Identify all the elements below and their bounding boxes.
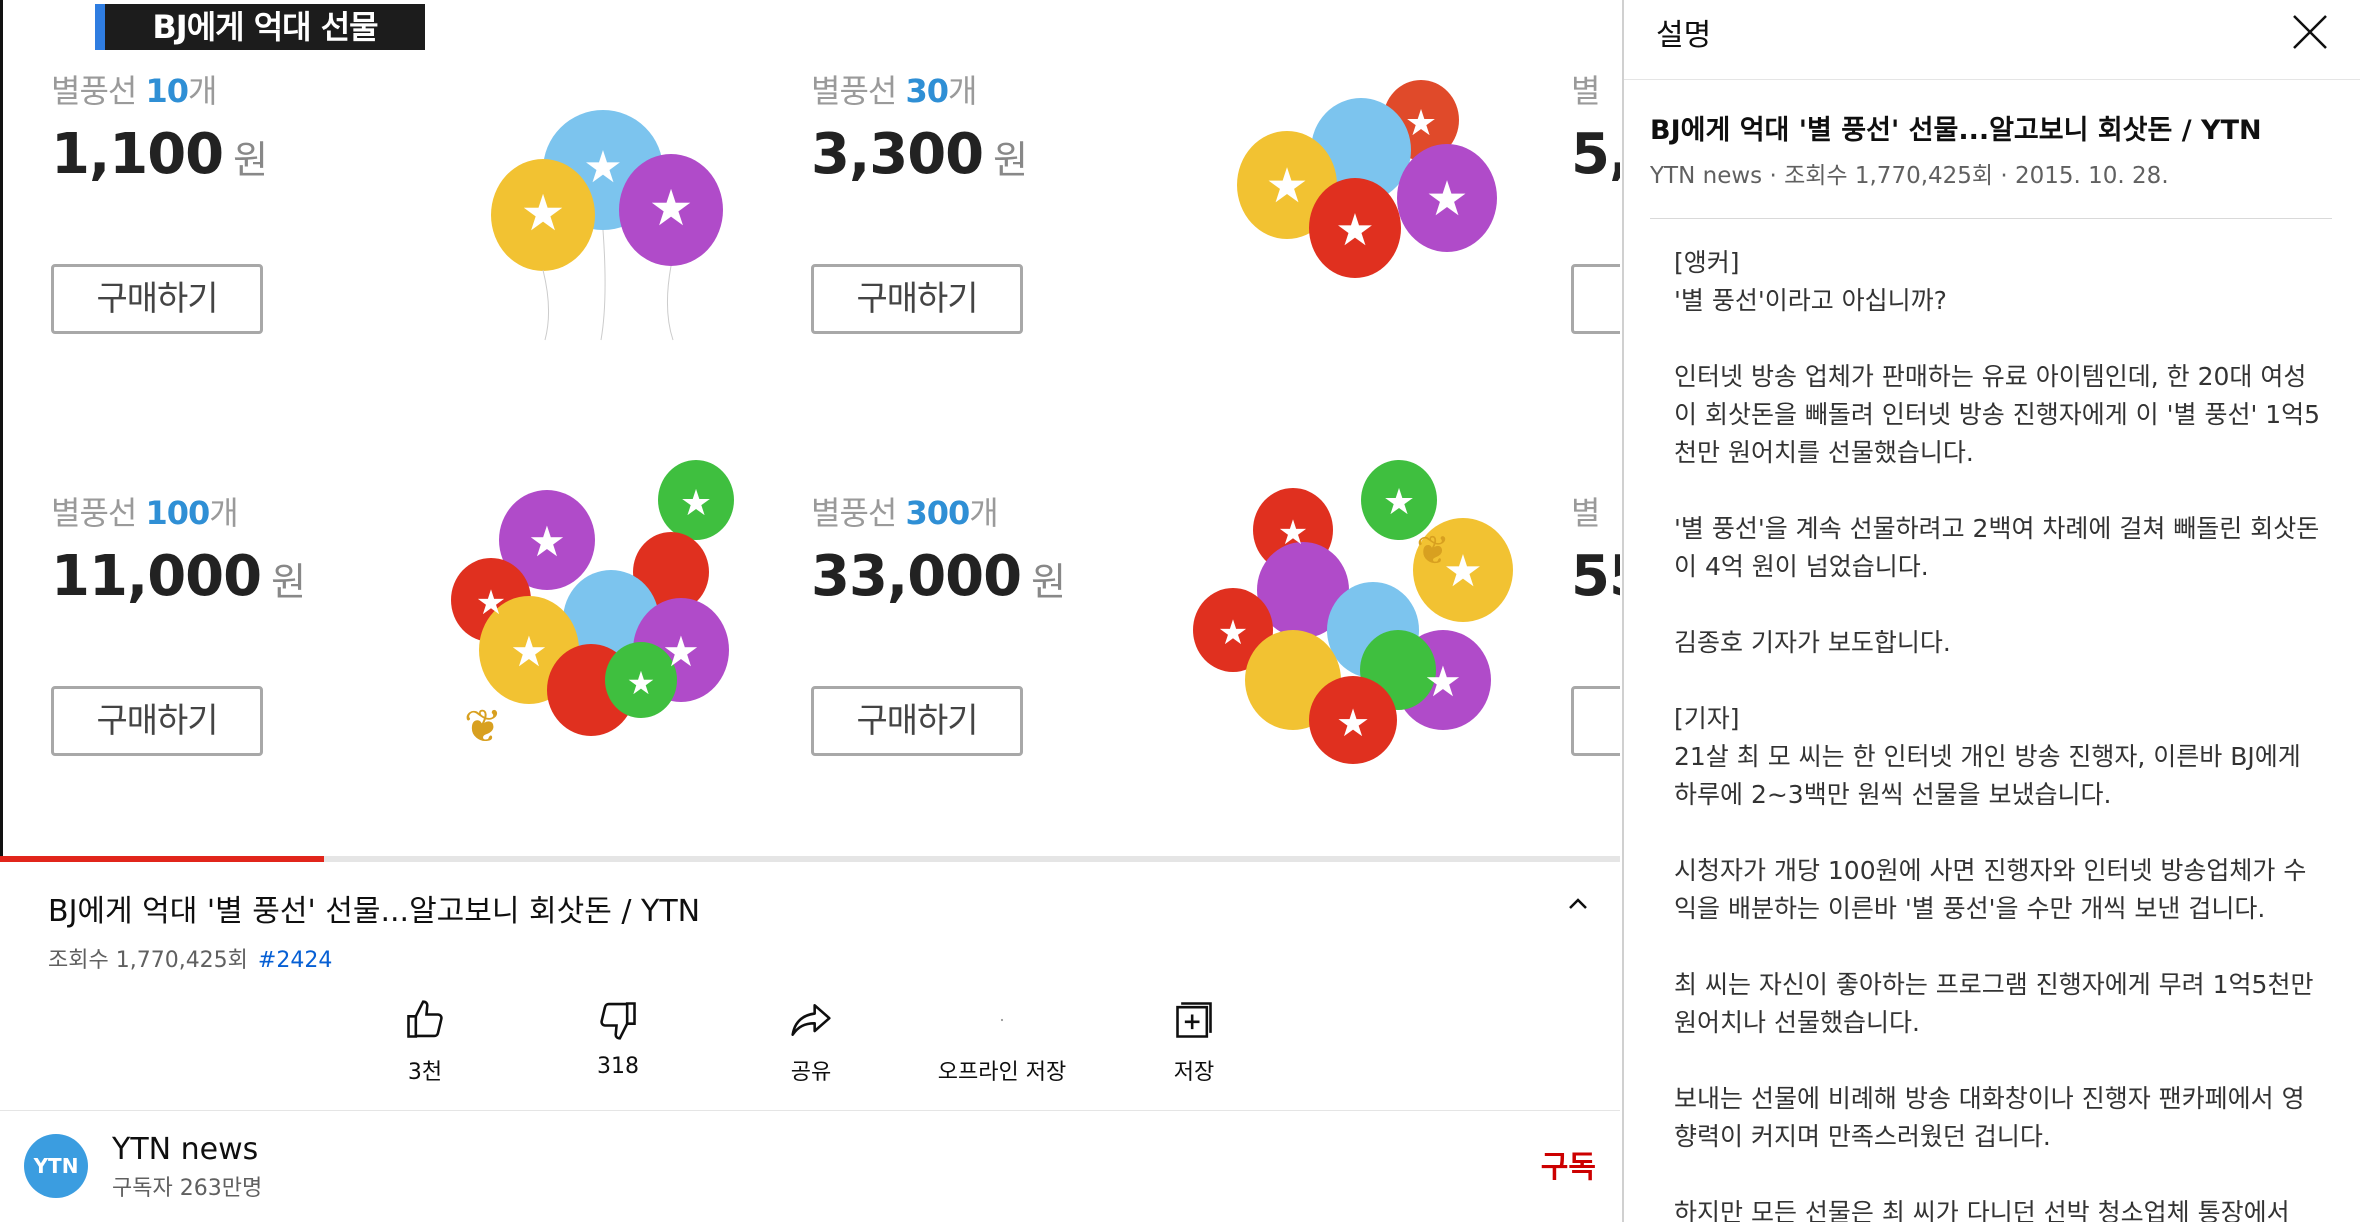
channel-row: YTN YTN news 구독자 263만명 구독: [0, 1112, 1620, 1222]
tier-price: 33,000 원: [811, 544, 1066, 609]
collapse-button[interactable]: [1560, 886, 1596, 922]
tier-partial-bottom: 별 55: [1571, 494, 1620, 609]
svg-text:★: ★: [1335, 205, 1374, 256]
action-bar: 3천 318 공유 오프라인 저장 저장: [0, 998, 1620, 1088]
description-paragraph: 보내는 선물에 비례해 방송 대화창이나 진행자 팬카페에서 영향력이 커지며 …: [1674, 1084, 2305, 1151]
tier-label: 별풍선 100개: [51, 494, 239, 532]
app-root: BJ에게 억대 선물 별풍선 10개 1,100 원 구매하기 별풍선 30개 3…: [0, 0, 2360, 1222]
video-stats: 조회수 1,770,425회 #2424: [48, 942, 332, 974]
svg-text:★: ★: [1218, 613, 1248, 653]
channel-avatar[interactable]: YTN: [24, 1134, 88, 1198]
description-paragraph: 인터넷 방송 업체가 판매하는 유료 아이템인데, 한 20대 여성이 회삿돈을…: [1674, 362, 2321, 467]
buy-button-partial-top: [1571, 264, 1620, 334]
thumbs-down-icon: [600, 1002, 636, 1040]
svg-text:★: ★: [1265, 158, 1308, 214]
save-playlist-icon: [1176, 1002, 1212, 1038]
tier-label: 별풍선 10개: [51, 72, 218, 110]
buy-button-10: 구매하기: [51, 264, 263, 334]
panel-title: 설명: [1656, 18, 1712, 53]
tier-label: 별풍선 30개: [811, 72, 978, 110]
tier-100: 별풍선 100개 11,000 원: [51, 488, 306, 609]
progress-fill: [0, 856, 324, 862]
description-body: [앵커] '별 풍선'이라고 아십니까? 인터넷 방송 업체가 판매하는 유료 …: [1674, 244, 2324, 1222]
view-count: 조회수 1,770,425회: [48, 948, 248, 973]
svg-text:★: ★: [583, 142, 622, 193]
tier-price: 3,300 원: [811, 122, 1028, 187]
svg-text:❦: ❦: [464, 699, 503, 753]
description-paragraph: '별 풍선'을 계속 선물하려고 2백여 차례에 걸쳐 빼돌린 회삿돈이 4억 …: [1674, 514, 2320, 581]
buy-button-300: 구매하기: [811, 686, 1023, 756]
svg-text:★: ★: [528, 517, 566, 566]
buy-button-30: 구매하기: [811, 264, 1023, 334]
tier-30: 별풍선 30개 3,300 원: [811, 66, 1028, 187]
description-paragraph: 김종호 기자가 보도합니다.: [1674, 628, 1951, 657]
svg-text:★: ★: [627, 664, 656, 702]
share-button[interactable]: 공유: [731, 998, 891, 1086]
svg-text:★: ★: [662, 627, 700, 676]
close-button[interactable]: [2288, 10, 2332, 54]
panel-header: 설명: [1624, 0, 2360, 80]
balloon-image-30: ★ ★ ★ ★: [1231, 80, 1511, 344]
description-paragraph: [앵커] '별 풍선'이라고 아십니까?: [1674, 248, 1947, 315]
balloon-image-300: ★ ★ ★ ★ ★ ★ ❦: [1193, 460, 1533, 774]
save-button[interactable]: 저장: [1114, 998, 1274, 1086]
svg-text:★: ★: [1278, 513, 1308, 553]
progress-bar[interactable]: [0, 856, 1620, 862]
like-button[interactable]: 3천: [345, 998, 505, 1086]
tier-price: 11,000 원: [51, 544, 306, 609]
tier-10: 별풍선 10개 1,100 원: [51, 66, 268, 187]
video-player[interactable]: BJ에게 억대 선물 별풍선 10개 1,100 원 구매하기 별풍선 30개 3…: [0, 0, 1620, 860]
video-banner: BJ에게 억대 선물: [95, 4, 425, 50]
svg-text:★: ★: [1425, 171, 1468, 227]
balloon-image-100: ★ ★ ★ ★ ★ ★ ❦: [451, 460, 751, 774]
thumbs-up-icon: [407, 1000, 443, 1038]
svg-text:★: ★: [1424, 657, 1462, 706]
share-icon: [791, 1004, 831, 1036]
buy-button-partial-bottom: [1571, 686, 1620, 756]
divider: [0, 1110, 1620, 1111]
subscriber-count: 구독자 263만명: [112, 1176, 263, 1201]
description-paragraph: 최 씨는 자신이 좋아하는 프로그램 진행자에게 무려 1억5천만 원어치나 선…: [1674, 970, 2314, 1037]
video-title[interactable]: BJ에게 억대 '별 풍선' 선물...알고보니 회삿돈 / YTN: [48, 886, 1528, 930]
tier-price: 1,100 원: [51, 122, 268, 187]
divider: [1650, 218, 2332, 219]
balloon-image-10: ★ ★ ★: [483, 100, 743, 344]
description-paragraph: 하지만 모든 선물은 최 씨가 다니던 선박 청소업체 통장에서: [1674, 1198, 2290, 1222]
svg-text:★: ★: [680, 483, 712, 524]
description-meta: YTN news · 조회수 1,770,425회 · 2015. 10. 28…: [1650, 163, 2169, 189]
channel-name[interactable]: YTN news: [112, 1132, 258, 1167]
tier-label: 별풍선 300개: [811, 494, 999, 532]
description-title: BJ에게 억대 '별 풍선' 선물...알고보니 회삿돈 / YTN: [1650, 115, 2262, 146]
download-icon: [1000, 1018, 1004, 1022]
description-panel: 설명 BJ에게 억대 '별 풍선' 선물...알고보니 회삿돈 / YTN YT…: [1622, 0, 2360, 1222]
chevron-up-icon: [1569, 898, 1587, 909]
description-paragraph: 시청자가 개당 100원에 사면 진행자와 인터넷 방송업체가 수익을 배분하는…: [1674, 856, 2307, 923]
hashtag-link[interactable]: #2424: [258, 948, 332, 973]
subscribe-button[interactable]: 구독: [1541, 1142, 1596, 1186]
balloon-icon: ★ ★ ★ ★: [1237, 80, 1497, 278]
tier-300: 별풍선 300개 33,000 원: [811, 488, 1066, 609]
dislike-button[interactable]: 318: [538, 998, 698, 1079]
svg-text:★: ★: [1336, 701, 1370, 745]
close-icon: [2293, 15, 2327, 49]
svg-text:★: ★: [1383, 482, 1415, 523]
svg-text:★: ★: [649, 179, 694, 237]
svg-text:★: ★: [476, 583, 506, 623]
balloon-icon: ★ ★ ★ ★ ★ ★ ❦: [451, 460, 734, 753]
balloon-icon: ★ ★ ★ ★ ★ ★ ❦: [1193, 460, 1513, 764]
svg-text:★: ★: [521, 184, 566, 242]
balloon-icon: ★ ★ ★: [491, 110, 723, 341]
svg-text:★: ★: [510, 627, 548, 676]
description-paragraph: [기자] 21살 최 모 씨는 한 인터넷 개인 방송 진행자, 이른바 BJ에…: [1674, 704, 2301, 809]
buy-button-100: 구매하기: [51, 686, 263, 756]
svg-text:❦: ❦: [1416, 528, 1450, 574]
svg-text:★: ★: [1405, 103, 1437, 144]
download-button[interactable]: 오프라인 저장: [922, 998, 1082, 1086]
tier-partial-top: 별 5,: [1571, 72, 1620, 187]
